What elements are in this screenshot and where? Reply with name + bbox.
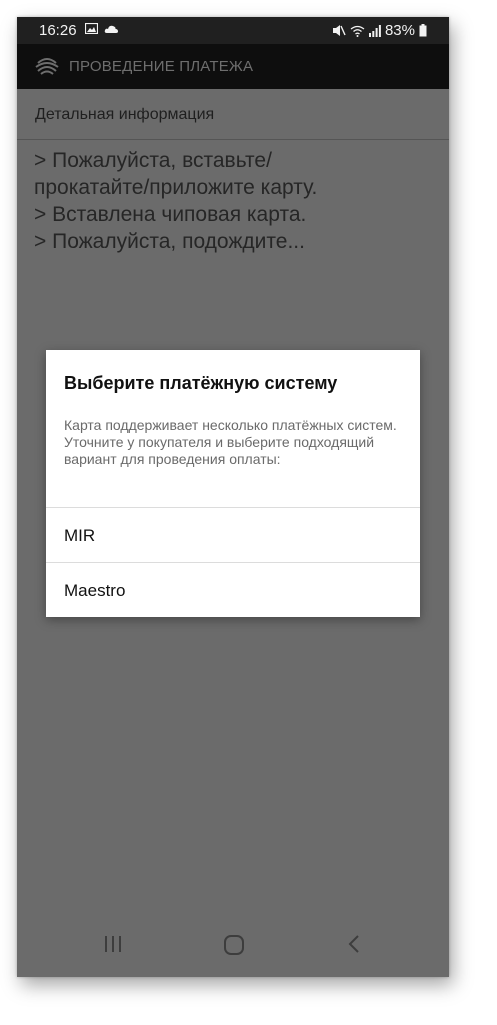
- image-icon: [85, 23, 98, 34]
- log-line: > Вставлена чиповая карта.: [34, 203, 307, 226]
- option-label: MIR: [64, 526, 96, 545]
- app-title: ПРОВЕДЕНИЕ ПЛАТЕЖА: [69, 58, 254, 75]
- navigation-bar: [17, 920, 449, 977]
- back-icon[interactable]: [347, 934, 361, 954]
- payment-logo-icon: [35, 58, 59, 75]
- status-bar: 16:26 83%: [17, 17, 449, 44]
- status-left-icons: [85, 23, 119, 34]
- option-mir[interactable]: MIR: [46, 507, 420, 563]
- payment-system-dialog: Выберите платёжную систему Карта поддерж…: [46, 350, 420, 617]
- log-line: прокатайте/приложите карту.: [34, 176, 318, 199]
- mute-icon: [332, 25, 346, 36]
- battery-icon: [419, 24, 427, 37]
- dialog-title: Выберите платёжную систему: [64, 373, 338, 393]
- cloud-icon: [104, 25, 118, 33]
- status-right-icons: 83%: [332, 22, 427, 39]
- dialog-message: Карта поддерживает несколько платёжных с…: [64, 417, 397, 467]
- home-icon[interactable]: [223, 934, 245, 956]
- app-bar: ПРОВЕДЕНИЕ ПЛАТЕЖА: [17, 44, 449, 89]
- phone-screen: 16:26 83% ПРОВЕДЕНИЕ ПЛАТЕЖА Детальная и…: [17, 17, 449, 977]
- recent-apps-icon[interactable]: [103, 934, 123, 954]
- log-line: > Пожалуйста, подождите...: [34, 230, 305, 253]
- wifi-icon: [350, 25, 365, 37]
- log-line: > Пожалуйста, вставьте/: [34, 149, 272, 172]
- option-maestro[interactable]: Maestro: [46, 562, 420, 618]
- details-header: Детальная информация: [17, 89, 449, 140]
- status-time: 16:26: [39, 22, 77, 39]
- signal-icon: [368, 24, 381, 37]
- transaction-log: > Пожалуйста, вставьте/ прокатайте/прило…: [34, 147, 444, 255]
- battery-percent: 83%: [384, 22, 415, 39]
- details-header-label: Детальная информация: [35, 106, 215, 123]
- option-label: Maestro: [64, 581, 126, 600]
